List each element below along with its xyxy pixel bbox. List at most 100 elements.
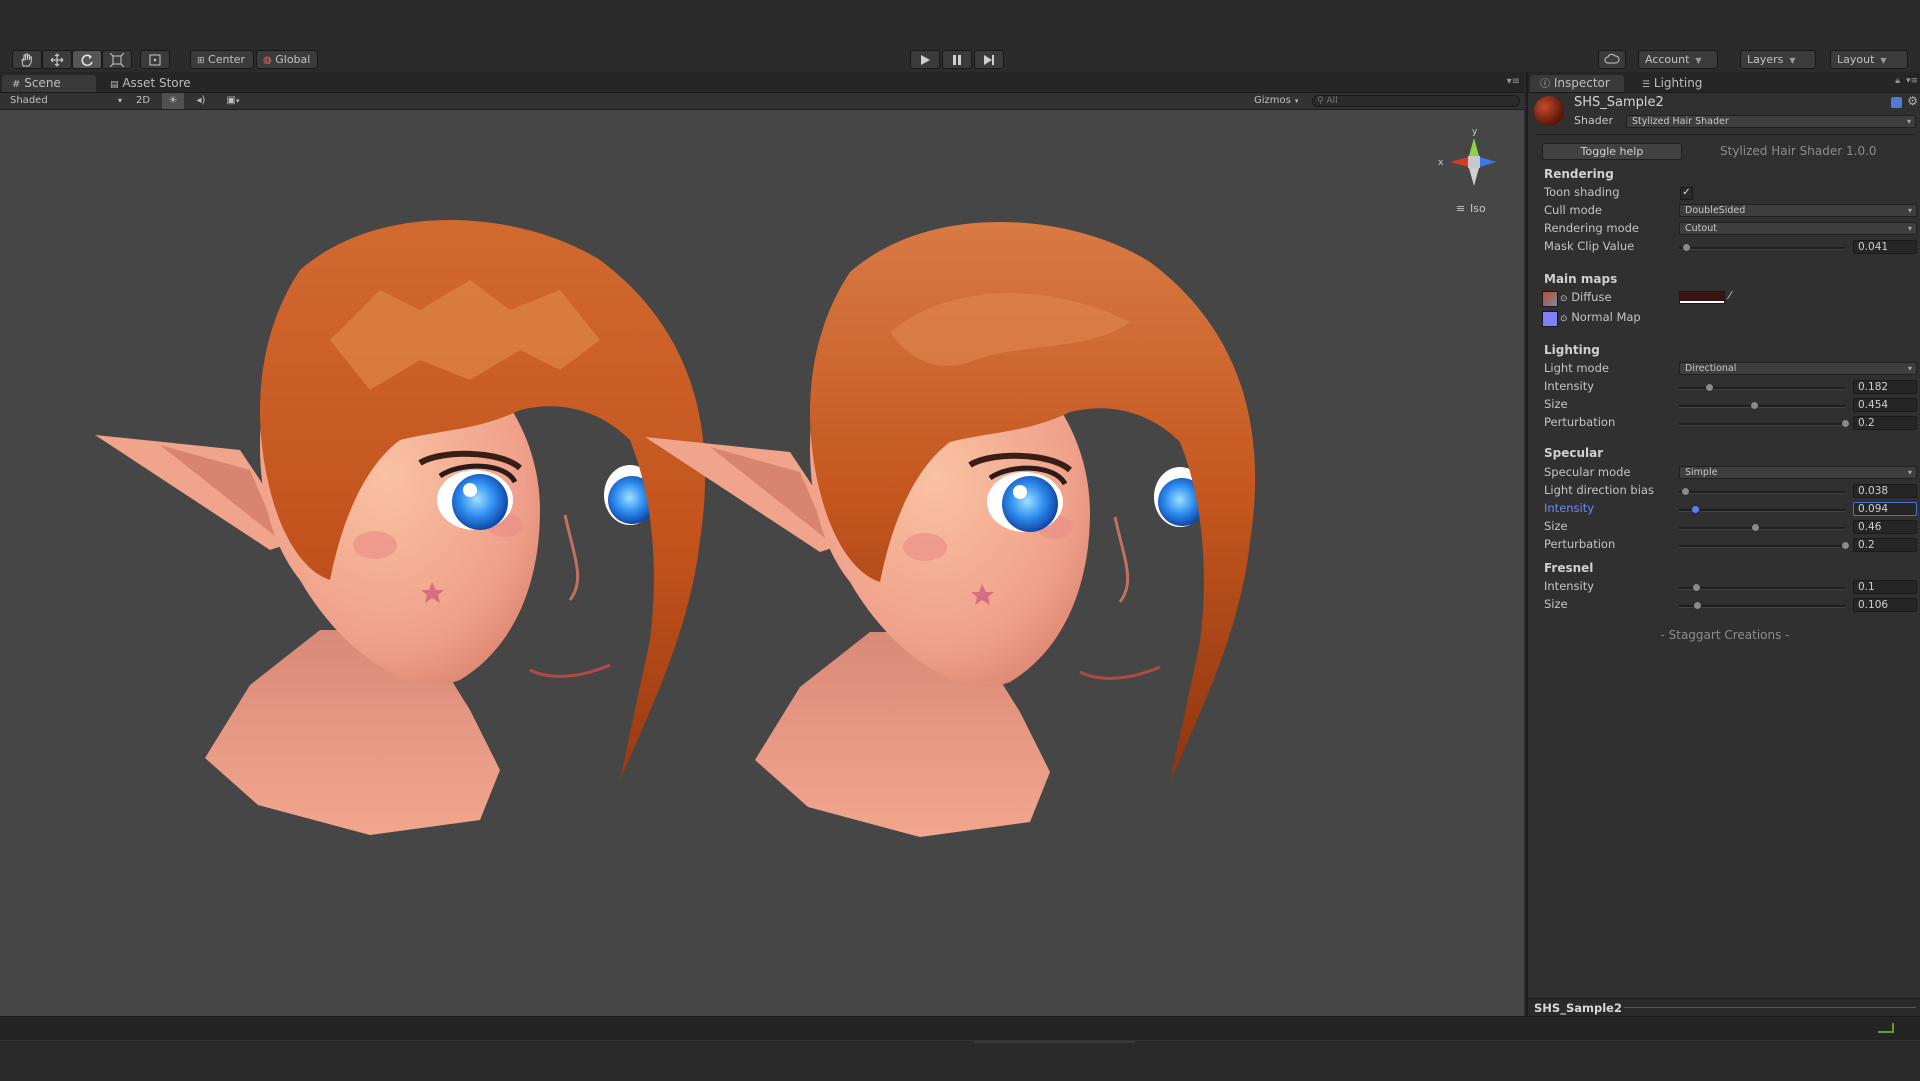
light-mode-dropdown[interactable]: Directional ▾ [1679,362,1917,375]
specular-intensity-field[interactable]: 0.094 [1853,502,1917,516]
fresnel-size-value: 0.106 [1858,599,1889,611]
slider-thumb[interactable] [1705,383,1715,392]
step-button[interactable] [974,50,1004,69]
specular-size-label: Size [1544,519,1568,533]
light-perturbation-field[interactable]: 0.2 [1853,416,1917,430]
mask-clip-field[interactable]: 0.041 [1853,240,1917,254]
move-tool-button[interactable] [42,50,72,69]
scene-audio-toggle[interactable]: ◂) [190,93,212,109]
play-button[interactable] [910,50,940,69]
hand-tool-button[interactable] [12,50,42,69]
toon-shading-checkbox[interactable]: ✓ [1680,187,1693,200]
specular-size-value: 0.46 [1858,521,1882,533]
specular-intensity-slider[interactable] [1679,505,1845,514]
pause-button[interactable] [942,50,972,69]
fresnel-intensity-field[interactable]: 0.1 [1853,580,1917,594]
layout-dropdown[interactable]: Layout ▼ [1830,50,1908,69]
target-icon: ⊙ [1560,294,1568,304]
collab-button[interactable] [1598,50,1626,69]
menu-lines-icon[interactable]: ≡ [1456,202,1465,215]
tab-menu-icon[interactable]: ▾≡ [1507,76,1520,87]
cloud-icon [1604,53,1620,64]
tab-menu-icon[interactable]: ▾≡ [1906,76,1918,86]
pivot-global-button[interactable]: ◍ Global [256,50,318,69]
lock-icon[interactable]: 🔒︎ [1895,76,1900,86]
light-perturbation-slider[interactable] [1679,419,1850,428]
scene-viewport[interactable]: y x ≡ Iso [0,110,1524,1016]
diffuse-color-swatch[interactable] [1679,291,1725,304]
fresnel-intensity-slider[interactable] [1679,583,1845,592]
tab-inspector[interactable]: ⓘ Inspector [1530,75,1624,92]
fresnel-size-label: Size [1544,597,1568,611]
projection-label[interactable]: Iso [1470,202,1486,215]
rendering-mode-dropdown[interactable]: Cutout ▾ [1679,222,1917,235]
cull-mode-dropdown[interactable]: DoubleSided ▾ [1679,204,1917,217]
slider-thumb[interactable] [1690,505,1700,514]
slider-thumb[interactable] [1681,243,1691,252]
slider-thumb[interactable] [1751,523,1761,532]
light-size-field[interactable]: 0.454 [1853,398,1917,412]
light-direction-bias-slider[interactable] [1679,487,1845,496]
window-resize-handle[interactable] [975,1041,1135,1043]
toggle-help-button[interactable]: Toggle help [1542,143,1682,160]
mask-clip-value: 0.041 [1858,241,1889,253]
chevron-down-icon: ▾ [1907,364,1912,373]
slider-thumb[interactable] [1692,601,1702,610]
tab-asset-store-label: Asset Store [122,76,191,90]
tab-lighting[interactable]: ☰ Lighting [1632,75,1722,92]
eyedropper-icon[interactable]: ⁄ [1729,289,1731,302]
preview-header[interactable]: SHS_Sample2 [1528,998,1920,1017]
slider-thumb[interactable] [1691,583,1701,592]
specular-size-field[interactable]: 0.46 [1853,520,1917,534]
normal-map-label: Normal Map [1571,310,1641,324]
fresnel-intensity-label: Intensity [1544,579,1595,593]
scene-search-input[interactable]: ⚲ All [1312,95,1520,107]
pivot-center-button[interactable]: ⊞ Center [190,50,254,69]
diffuse-texture-thumb[interactable] [1542,291,1558,307]
draw-mode-dropdown[interactable]: Shaded ▾ [10,93,122,109]
light-direction-bias-field[interactable]: 0.038 [1853,484,1917,498]
gizmos-dropdown[interactable]: Gizmos ▾ [1254,93,1304,109]
fresnel-size-slider[interactable] [1679,601,1845,610]
tab-scene[interactable]: # Scene [2,75,96,92]
scene-lighting-toggle[interactable]: ☀ [162,93,184,109]
shader-dropdown[interactable]: Stylized Hair Shader ▾ [1626,115,1916,128]
pause-icon [953,55,961,65]
specular-perturbation-slider[interactable] [1679,541,1850,550]
target-icon: ⊙ [1560,314,1568,324]
light-intensity-slider[interactable] [1679,383,1845,392]
rotate-tool-button[interactable] [72,50,102,69]
scene-effects-dropdown[interactable]: ▣▾ [218,93,248,109]
layers-dropdown[interactable]: Layers ▼ [1740,50,1816,69]
slider-thumb[interactable] [1841,541,1850,550]
rect-tool-button[interactable] [140,50,170,69]
toggle-2d-button[interactable]: 2D [130,93,156,109]
tab-asset-store[interactable]: ▤ Asset Store [100,75,210,92]
scale-tool-button[interactable] [102,50,132,69]
account-dropdown[interactable]: Account ▼ [1638,50,1718,69]
specular-mode-dropdown[interactable]: Simple ▾ [1679,466,1917,479]
rendering-mode-value: Cutout [1685,223,1717,234]
slider-thumb[interactable] [1750,401,1760,410]
main-toolbar: ⊞ Center ◍ Global Account ▼ Layers ▼ Layou… [0,0,1920,72]
slider-thumb[interactable] [1681,487,1691,496]
mask-clip-slider[interactable] [1679,243,1845,252]
light-intensity-field[interactable]: 0.182 [1853,380,1917,394]
specular-size-slider[interactable] [1679,523,1845,532]
help-book-icon[interactable] [1891,97,1902,108]
space-label: Global [275,53,311,66]
mouth-a [529,663,611,678]
progress-indicator-icon [1878,1023,1894,1033]
normal-map-thumb[interactable] [1542,311,1558,327]
slider-thumb[interactable] [1841,419,1850,428]
inspector-panel: ⓘ Inspector ☰ Lighting 🔒︎ ▾≡ SHS_Sample2… [1526,72,1920,1017]
orientation-gizmo[interactable]: y x [1438,127,1496,186]
mask-clip-label: Mask Clip Value [1544,239,1635,253]
search-placeholder: All [1326,96,1338,106]
specular-perturbation-field[interactable]: 0.2 [1853,538,1917,552]
light-size-slider[interactable] [1679,401,1845,410]
fresnel-size-field[interactable]: 0.106 [1853,598,1917,612]
chevron-down-icon: ▼ [1880,56,1887,65]
gear-icon[interactable]: ⚙ [1907,94,1918,108]
axis-x-arrow [1450,157,1468,167]
